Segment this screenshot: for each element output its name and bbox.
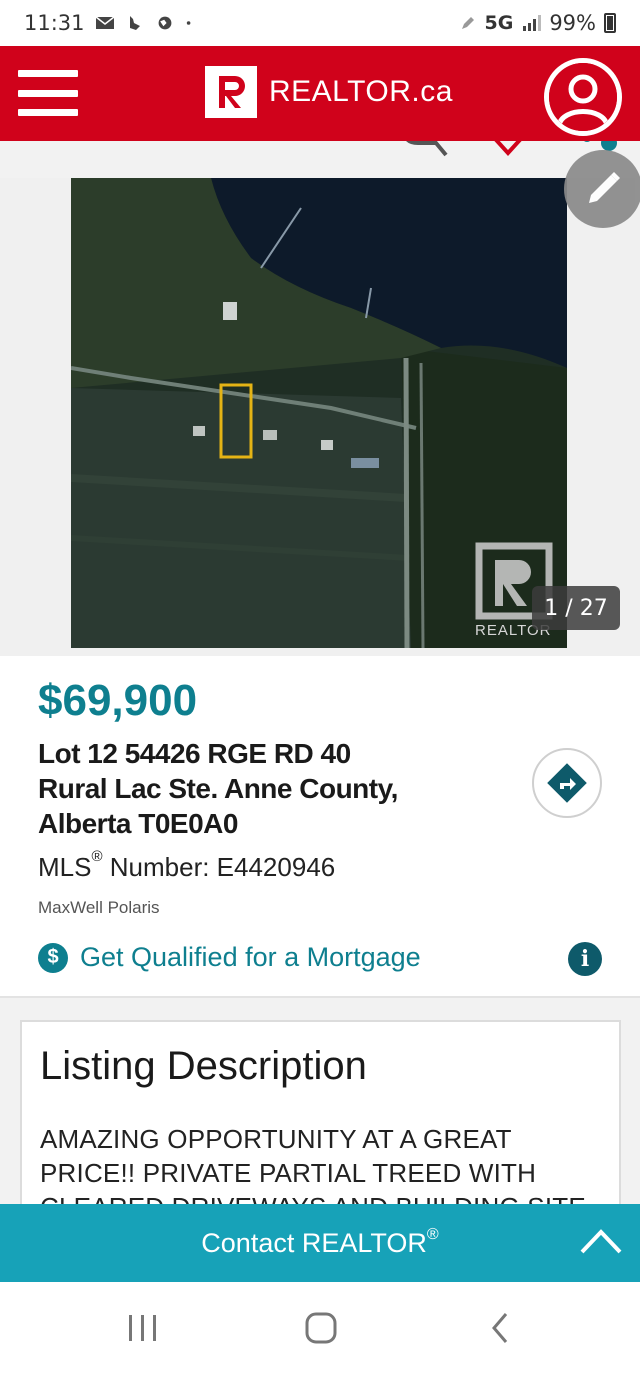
mail-icon [95, 16, 114, 29]
aerial-photo [71, 178, 567, 648]
registered-mark: ® [426, 1225, 439, 1243]
dollar-icon: $ [38, 942, 68, 973]
registered-mark: ® [91, 848, 103, 865]
back-icon [492, 1313, 508, 1343]
brand-name: REALTOR.ca [269, 75, 453, 108]
photo-gallery: REALTOR 1 / 27 [0, 178, 640, 656]
user-icon [549, 63, 617, 131]
globe-icon [158, 16, 171, 30]
notification-dot-icon [186, 21, 190, 25]
listing-details: $69,900 Lot 12 54426 RGE RD 40 Rural Lac… [0, 656, 640, 998]
listing-photo[interactable]: REALTOR [71, 178, 567, 648]
back-button[interactable] [476, 1308, 526, 1348]
photo-counter: 1 / 27 [532, 586, 620, 630]
battery-percent: 99% [549, 11, 596, 35]
address-line: Alberta T0E0A0 [38, 808, 238, 839]
system-nav-bar [0, 1282, 640, 1373]
mortgage-label: Get Qualified for a Mortgage [80, 942, 421, 972]
heart-icon[interactable] [484, 141, 532, 159]
contact-label: Contact REALTOR® [201, 1225, 439, 1259]
signal-icon [523, 15, 542, 31]
directions-icon [547, 763, 587, 803]
pencil-icon [589, 172, 620, 203]
status-time: 11:31 [24, 11, 85, 35]
network-type: 5G [484, 12, 514, 34]
address-line: Rural Lac Ste. Anne County, [38, 773, 398, 804]
brokerage-name: MaxWell Polaris [38, 898, 160, 917]
menu-button[interactable] [18, 70, 78, 116]
recent-apps-button[interactable] [118, 1308, 168, 1348]
recent-apps-icon [129, 1315, 156, 1341]
battery-icon [604, 13, 616, 33]
bing-icon [129, 16, 140, 30]
mls-value: Number: E4420946 [102, 852, 336, 882]
menu-bar-icon [18, 109, 78, 116]
directions-button[interactable] [532, 748, 602, 818]
chevron-up-icon[interactable] [578, 1226, 624, 1256]
home-icon [305, 1312, 337, 1344]
pen-icon [462, 17, 475, 29]
edit-button[interactable] [564, 150, 640, 228]
contact-label-text: Contact REALTOR [201, 1227, 427, 1258]
search-icon[interactable] [400, 141, 452, 159]
app-screen: 11:31 5G 99% REALTOR.ca REALTOR 1 / 27 $… [0, 0, 640, 1373]
contact-realtor-button[interactable]: Contact REALTOR® [0, 1204, 640, 1282]
menu-bar-icon [18, 70, 78, 77]
mls-prefix: MLS [38, 852, 92, 882]
listing-price: $69,900 [38, 676, 198, 725]
listing-address: Lot 12 54426 RGE RD 40 Rural Lac Ste. An… [38, 736, 498, 841]
info-icon[interactable]: i [568, 942, 602, 976]
status-bar: 11:31 5G 99% [0, 0, 640, 46]
app-header: REALTOR.ca [0, 46, 640, 141]
realtor-logo[interactable]: REALTOR.ca [205, 66, 453, 118]
listing-toolbar [0, 141, 640, 179]
home-button[interactable] [296, 1308, 346, 1348]
account-button[interactable] [544, 58, 622, 136]
address-line: Lot 12 54426 RGE RD 40 [38, 738, 351, 769]
menu-bar-icon [18, 89, 78, 97]
description-card: Listing Description AMAZING OPPORTUNITY … [20, 1020, 621, 1220]
description-title: Listing Description [40, 1044, 367, 1088]
mls-number: MLS® Number: E4420946 [38, 848, 336, 883]
realtor-r-logo-icon [205, 66, 257, 118]
mortgage-link[interactable]: $ Get Qualified for a Mortgage [38, 942, 421, 973]
